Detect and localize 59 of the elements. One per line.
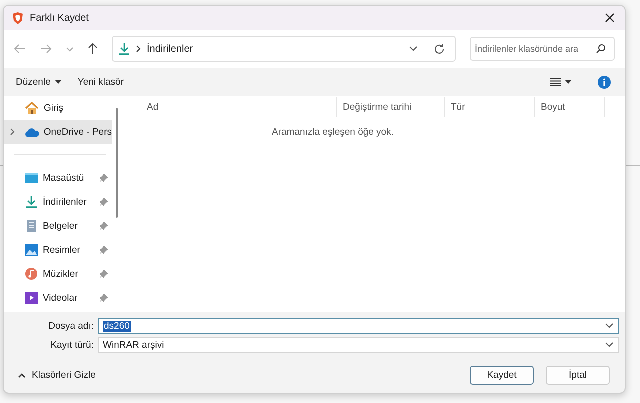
pin-icon[interactable] [100,294,108,302]
pin-icon[interactable] [100,270,108,278]
sidebar-item[interactable]: OneDrive - Pers [4,120,112,144]
address-path: İndirilenler [147,44,194,54]
download-icon [25,196,38,208]
pin-icon[interactable] [100,222,108,230]
address-bar[interactable]: İndirilenler [112,36,456,62]
caret-icon [54,80,62,84]
sidebar-item[interactable]: İndirilenler [4,190,112,214]
new-folder-button[interactable]: Yeni klasör [74,74,128,90]
back-arrow-icon[interactable] [14,44,26,54]
organize-menu-button[interactable]: Düzenle [12,74,66,90]
column-header[interactable]: Boyut [535,97,605,117]
column-header[interactable]: Ad [147,97,337,117]
column-header[interactable]: Tür [445,97,535,117]
search-icon [596,44,606,54]
file-type-dropdown[interactable]: WinRAR arşivi [98,337,619,353]
desktop-icon [25,172,38,184]
chevron-down-icon[interactable] [605,323,614,329]
search-field[interactable]: İndirilenler klasöründe ara [470,37,615,61]
sidebar-item[interactable]: Masaüstü [4,166,112,190]
pictures-icon [25,244,38,256]
videos-icon [25,292,38,304]
cloud-icon [24,126,39,138]
music-icon [25,268,38,280]
file-name-field[interactable]: ds260 [98,318,619,334]
download-icon [119,43,130,55]
sidebar-item[interactable]: Müzikler [4,262,112,286]
help-icon[interactable] [598,76,611,88]
cancel-button[interactable]: İptal [546,366,610,385]
shield-icon [12,12,24,24]
up-arrow-icon[interactable] [88,43,98,55]
documents-icon [25,220,38,232]
close-icon[interactable] [605,13,615,23]
sidebar-item[interactable]: Giriş [4,96,112,120]
house-icon [25,102,39,114]
pin-icon[interactable] [100,246,108,254]
sidebar-item[interactable]: Belgeler [4,214,112,238]
pin-icon[interactable] [100,174,108,182]
forward-arrow-icon[interactable] [40,44,52,54]
refresh-icon[interactable] [434,44,445,54]
chevron-up-icon [18,373,26,378]
column-header[interactable]: Değiştirme tarihi [337,97,445,117]
sidebar-item[interactable]: Videolar [4,286,112,310]
sidebar-item[interactable]: Resimler [4,238,112,262]
empty-message: Aramanızla eşleşen öğe yok. [271,127,395,138]
window-title: Farklı Kaydet [30,12,89,24]
field-label: Kayıt türü: [50,340,94,350]
pin-icon[interactable] [100,198,108,206]
chevron-right-icon [136,45,141,53]
hide-folders-button[interactable]: Klasörleri Gizle [12,369,102,382]
scrollbar[interactable] [116,108,118,218]
chevron-right-icon[interactable] [10,128,15,136]
caret-icon [565,80,572,84]
field-label: Dosya adı: [48,320,94,332]
chevron-down-icon[interactable] [409,46,418,52]
chevron-down-icon[interactable] [605,342,614,348]
save-button[interactable]: Kaydet [470,366,534,385]
list-view-icon [550,78,561,86]
